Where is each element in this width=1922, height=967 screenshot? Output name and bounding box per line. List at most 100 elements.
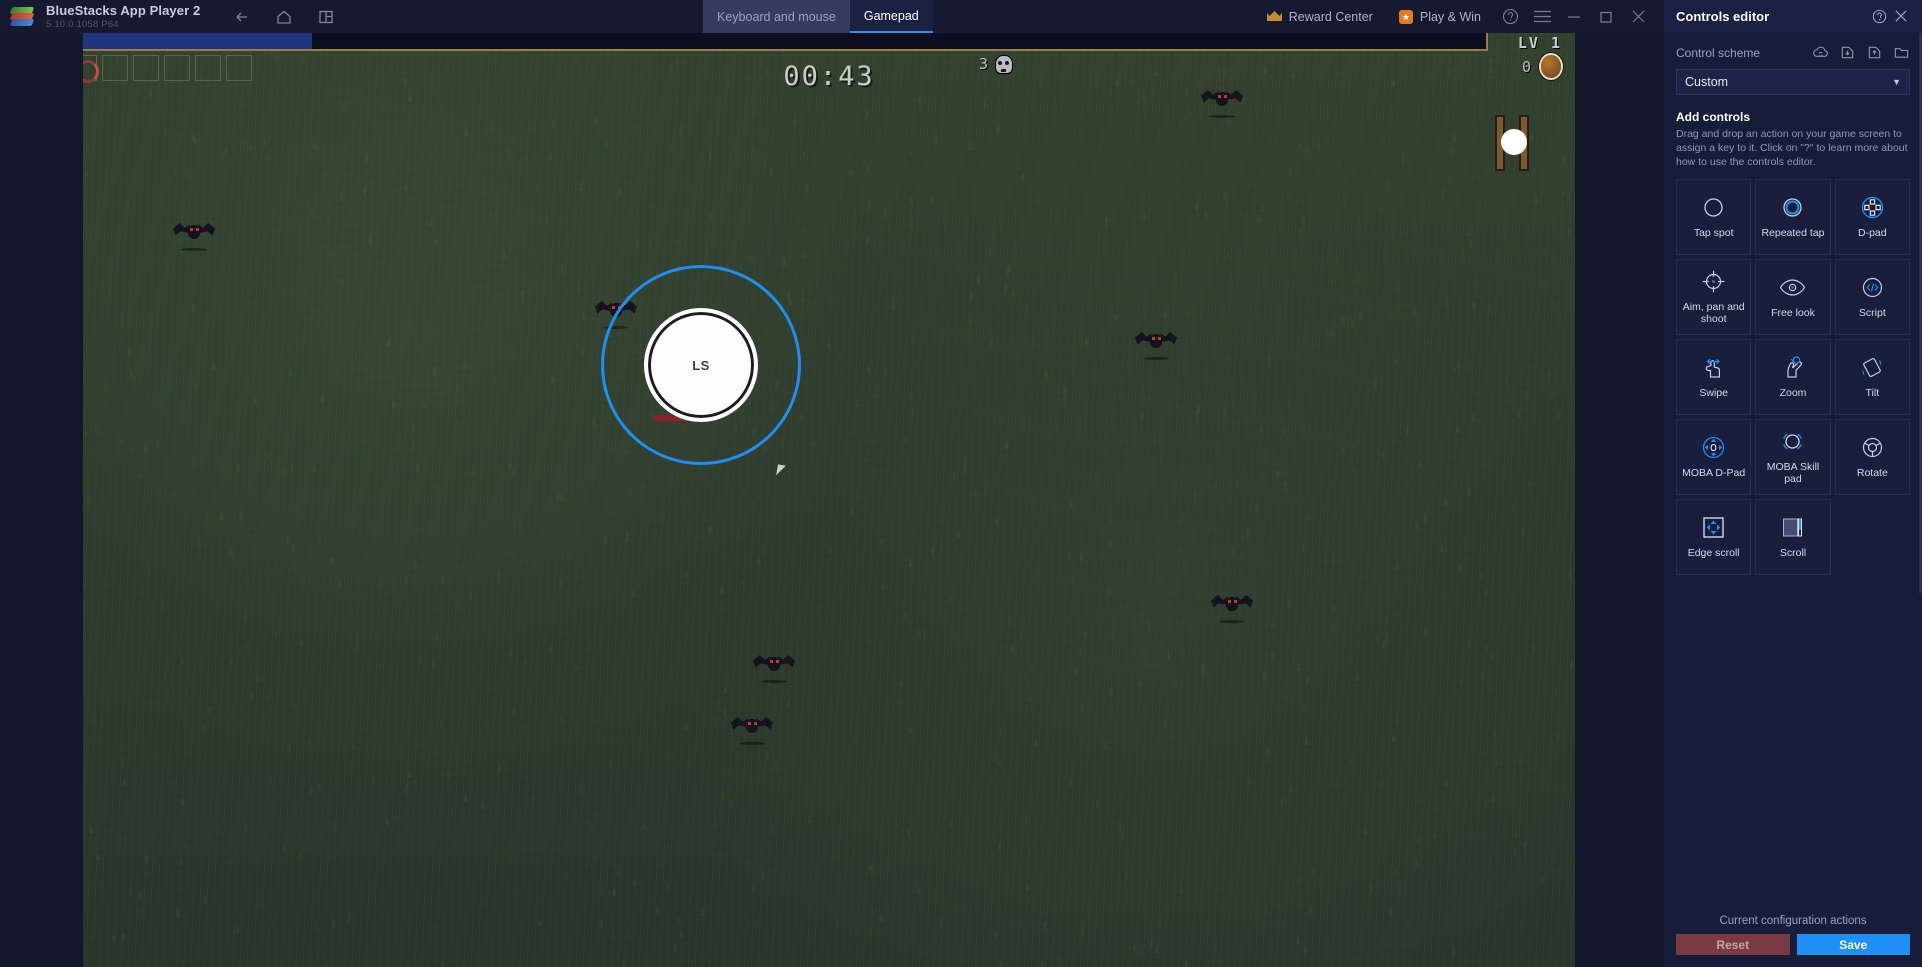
tab-gamepad[interactable]: Gamepad — [849, 0, 933, 33]
bat-enemy — [1135, 330, 1177, 360]
bluestacks-window: BlueStacks App Player 2 5.10.0.1058 P64 … — [0, 0, 1922, 967]
xp-bar — [83, 33, 1488, 51]
aim-pan-shoot-icon — [1701, 268, 1726, 295]
back-icon[interactable] — [232, 7, 252, 27]
save-button[interactable]: Save — [1796, 934, 1910, 955]
kill-count-value: 3 — [979, 55, 989, 73]
coin-count-value: 0 — [1521, 57, 1531, 76]
script-icon — [1860, 274, 1885, 301]
free-look-icon — [1779, 274, 1806, 301]
control-card-label: Aim, pan and shoot — [1682, 300, 1745, 326]
edge-scroll-icon — [1701, 514, 1726, 541]
open-folder-icon[interactable] — [1893, 44, 1910, 61]
left-stick-overlay[interactable]: LS — [601, 265, 801, 465]
minimize-icon[interactable] — [1558, 0, 1590, 33]
skull-icon — [996, 55, 1013, 73]
gate-orb — [1501, 129, 1527, 155]
control-card-label: Rotate — [1856, 466, 1888, 479]
home-icon[interactable] — [274, 7, 294, 27]
swipe-icon — [1701, 354, 1727, 381]
add-controls-title: Add controls — [1676, 110, 1750, 124]
rotate-icon — [1860, 434, 1885, 461]
control-scheme-label: Control scheme — [1676, 45, 1761, 60]
app-title-block: BlueStacks App Player 2 5.10.0.1058 P64 — [46, 4, 200, 30]
import-scheme-icon[interactable] — [1839, 44, 1856, 61]
bat-enemy — [1211, 593, 1253, 623]
close-icon[interactable] — [1622, 0, 1654, 33]
scroll-icon — [1780, 514, 1805, 541]
control-card-label: Tap spot — [1693, 226, 1734, 239]
control-card-free-look[interactable]: Free look — [1755, 258, 1831, 335]
play-and-win-button[interactable]: Play & Win — [1386, 0, 1494, 33]
maximize-icon[interactable] — [1590, 0, 1622, 33]
game-viewport[interactable]: LV 1 00:43 3 0 LS — [83, 33, 1575, 967]
control-card-moba-d-pad[interactable]: MOBA D-Pad — [1676, 418, 1752, 495]
control-card-script[interactable]: Script — [1834, 258, 1910, 335]
control-card-label: Free look — [1771, 306, 1815, 319]
control-scheme-select[interactable]: Custom ▼ — [1676, 69, 1910, 95]
app-title: BlueStacks App Player 2 — [46, 2, 201, 18]
joystick-knob[interactable]: LS — [644, 308, 758, 422]
scheme-icon-group — [1812, 44, 1910, 61]
control-card-label: Tilt — [1865, 386, 1880, 399]
d-pad-icon — [1860, 194, 1885, 221]
cloud-sync-icon[interactable] — [1812, 44, 1829, 61]
coin-icon — [1541, 55, 1561, 78]
reward-center-label: Reward Center — [1288, 9, 1373, 24]
control-card-label: Zoom — [1779, 386, 1807, 399]
multi-instance-icon[interactable] — [316, 7, 336, 27]
control-card-label: Repeated tap — [1761, 226, 1825, 239]
coin-counter: 0 — [1522, 55, 1561, 78]
panel-title: Controls editor — [1676, 8, 1770, 24]
add-controls-section: Add controls Drag and drop an action on … — [1676, 110, 1910, 170]
help-icon[interactable] — [1494, 0, 1526, 33]
panel-footer: Current configuration actions Reset Save — [1664, 906, 1922, 967]
joystick-label: LS — [692, 357, 710, 373]
controls-editor-panel: Controls editor Control scheme Custom ▼ … — [1664, 0, 1922, 967]
input-mode-tabs: Keyboard and mouse Gamepad — [703, 0, 933, 33]
play-win-badge-icon — [1398, 9, 1413, 24]
help-icon[interactable] — [1868, 5, 1890, 27]
game-timer: 00:43 — [783, 61, 875, 92]
tab-keyboard-and-mouse[interactable]: Keyboard and mouse — [703, 0, 850, 33]
crown-icon — [1266, 11, 1282, 22]
reward-center-button[interactable]: Reward Center — [1254, 0, 1386, 33]
control-scheme-section: Control scheme Custom ▼ Add controls Dra… — [1664, 32, 1922, 575]
control-card-edge-scroll[interactable]: Edge scroll — [1676, 498, 1752, 575]
control-card-label: Swipe — [1699, 386, 1728, 399]
bat-enemy — [173, 221, 215, 251]
export-scheme-icon[interactable] — [1866, 44, 1883, 61]
tap-spot-icon — [1701, 194, 1726, 221]
control-card-d-pad[interactable]: D-pad — [1834, 178, 1910, 255]
bluestacks-logo-icon — [9, 6, 35, 27]
add-controls-description: Drag and drop an action on your game scr… — [1676, 128, 1908, 169]
control-card-tap-spot[interactable]: Tap spot — [1676, 178, 1752, 255]
gate-portal — [1495, 115, 1529, 171]
control-card-zoom[interactable]: Zoom — [1755, 338, 1831, 415]
control-card-tilt[interactable]: Tilt — [1834, 338, 1910, 415]
control-card-scroll[interactable]: Scroll — [1755, 498, 1831, 575]
control-card-moba-skill-pad[interactable]: MOBA Skill pad — [1755, 418, 1831, 495]
control-scheme-value: Custom — [1685, 75, 1729, 89]
game-background — [83, 33, 1575, 967]
control-card-aim-pan-shoot[interactable]: Aim, pan and shoot — [1676, 258, 1752, 335]
zoom-icon — [1780, 354, 1806, 381]
control-card-label: Scroll — [1779, 546, 1807, 559]
control-card-repeated-tap[interactable]: Repeated tap — [1755, 178, 1831, 255]
close-icon[interactable] — [1890, 5, 1912, 27]
control-card-swipe[interactable]: Swipe — [1676, 338, 1752, 415]
reset-button[interactable]: Reset — [1676, 934, 1790, 955]
control-card-rotate[interactable]: Rotate — [1834, 418, 1910, 495]
xp-bar-fill — [83, 33, 313, 49]
bat-enemy — [731, 715, 773, 745]
control-cards-grid: Tap spot Repeated tap D-pad Aim, pan and… — [1676, 178, 1910, 575]
footer-buttons: Reset Save — [1676, 934, 1910, 955]
moba-skill-pad-icon — [1780, 428, 1805, 455]
panel-header: Controls editor — [1664, 0, 1922, 32]
control-scheme-row: Control scheme — [1676, 44, 1910, 61]
menu-icon[interactable] — [1526, 0, 1558, 33]
control-card-label: Edge scroll — [1687, 546, 1740, 559]
bat-enemy — [753, 653, 795, 683]
kill-counter: 3 — [979, 55, 1013, 73]
control-card-label: MOBA D-Pad — [1682, 466, 1746, 479]
